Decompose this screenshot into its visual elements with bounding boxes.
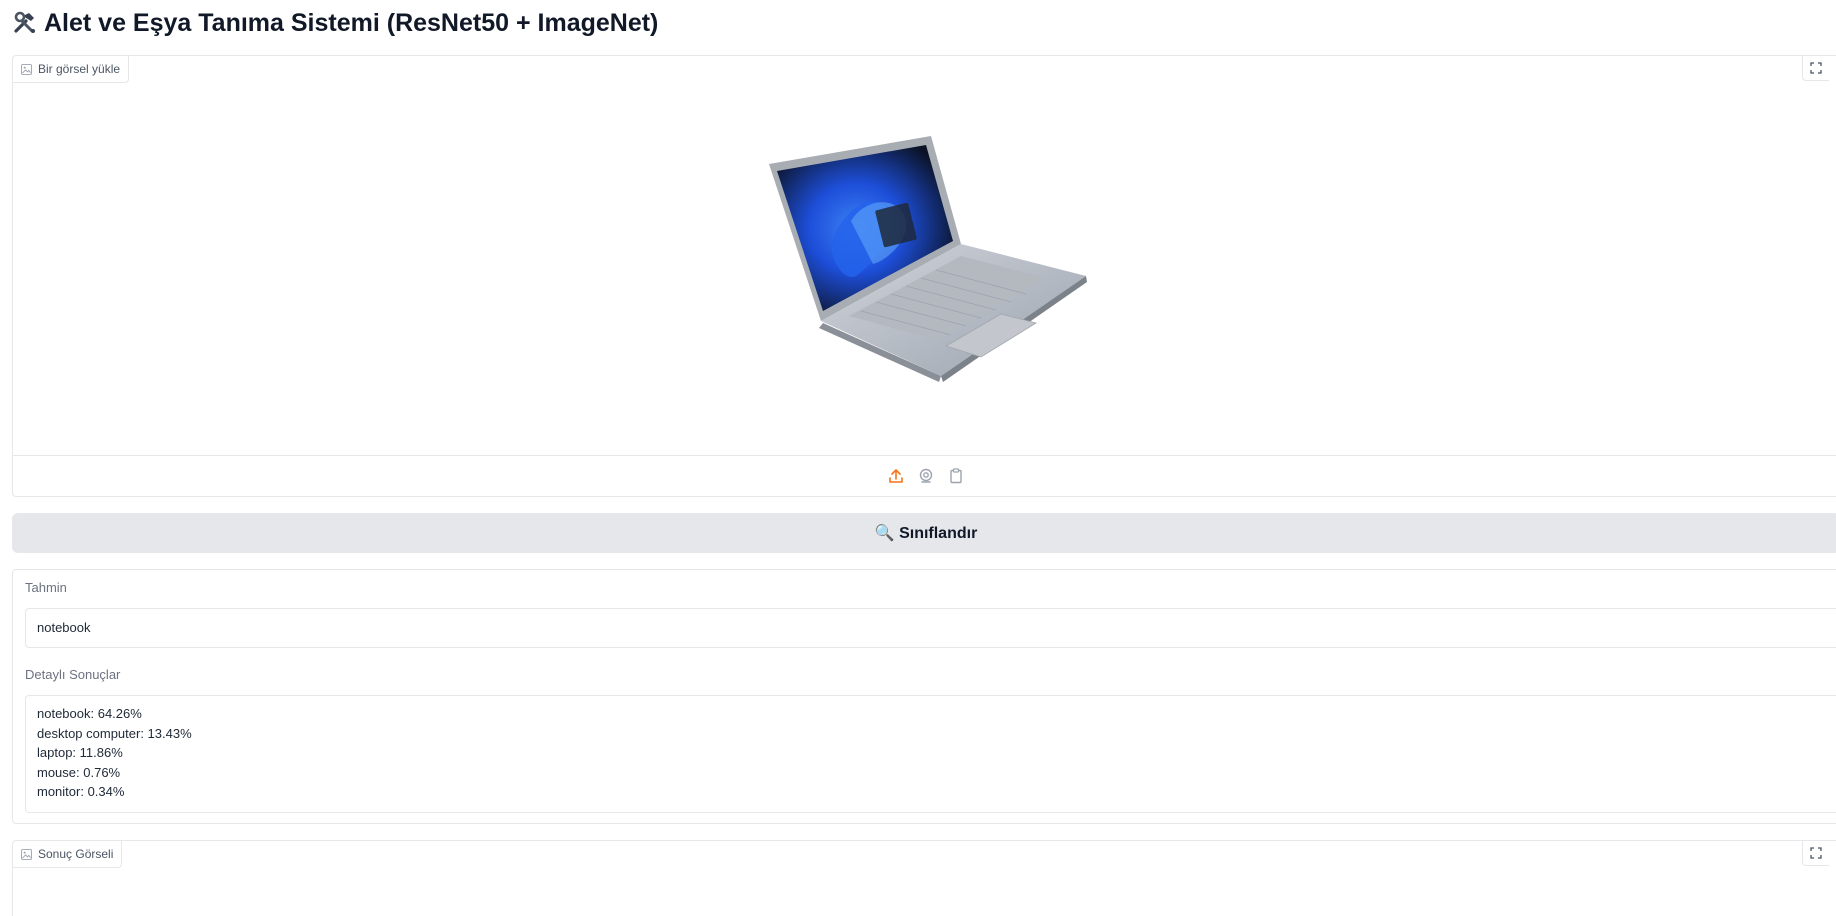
uploaded-image-preview xyxy=(13,56,1836,456)
details-output[interactable]: notebook: 64.26% desktop computer: 13.43… xyxy=(25,695,1836,813)
upload-source-button[interactable] xyxy=(885,465,907,487)
prediction-label: Tahmin xyxy=(25,580,67,595)
hammer-wrench-icon xyxy=(14,11,35,33)
app-page: Alet ve Eşya Tanıma Sistemi (ResNet50 + … xyxy=(0,0,1836,916)
webcam-icon xyxy=(919,468,933,483)
laptop-image xyxy=(769,136,1087,382)
fullscreen-icon xyxy=(1810,847,1822,859)
page-title: Alet ve Eşya Tanıma Sistemi (ResNet50 + … xyxy=(12,6,658,40)
webcam-source-button[interactable] xyxy=(915,465,937,487)
detail-line: desktop computer: 13.43% xyxy=(37,725,192,741)
detail-line: laptop: 11.86% xyxy=(37,745,123,760)
image-icon xyxy=(21,848,32,860)
image-upload-panel[interactable]: Bir görsel yükle xyxy=(12,55,1836,497)
detail-line: monitor: 0.34% xyxy=(37,784,125,799)
upload-icon xyxy=(889,469,903,483)
page-title-text: Alet ve Eşya Tanıma Sistemi (ResNet50 + … xyxy=(44,9,659,37)
clipboard-source-button[interactable] xyxy=(945,465,967,487)
result-image-label: Sonuç Görseli xyxy=(13,841,123,868)
classify-button[interactable]: 🔍 Sınıflandır xyxy=(12,513,1836,553)
results-panel: Tahmin notebook Detaylı Sonuçlar noteboo… xyxy=(12,569,1836,824)
detail-line: mouse: 0.76% xyxy=(37,764,121,780)
detail-line: notebook: 64.26% xyxy=(37,706,142,721)
details-label: Detaylı Sonuçlar xyxy=(25,667,121,682)
result-image-panel: Sonuç Görseli xyxy=(12,840,1836,916)
clipboard-icon xyxy=(950,468,962,484)
image-source-bar xyxy=(13,455,1836,496)
prediction-output[interactable]: notebook xyxy=(25,608,1836,648)
fullscreen-button[interactable] xyxy=(1802,841,1829,866)
result-image-label-text: Sonuç Görseli xyxy=(38,847,114,861)
